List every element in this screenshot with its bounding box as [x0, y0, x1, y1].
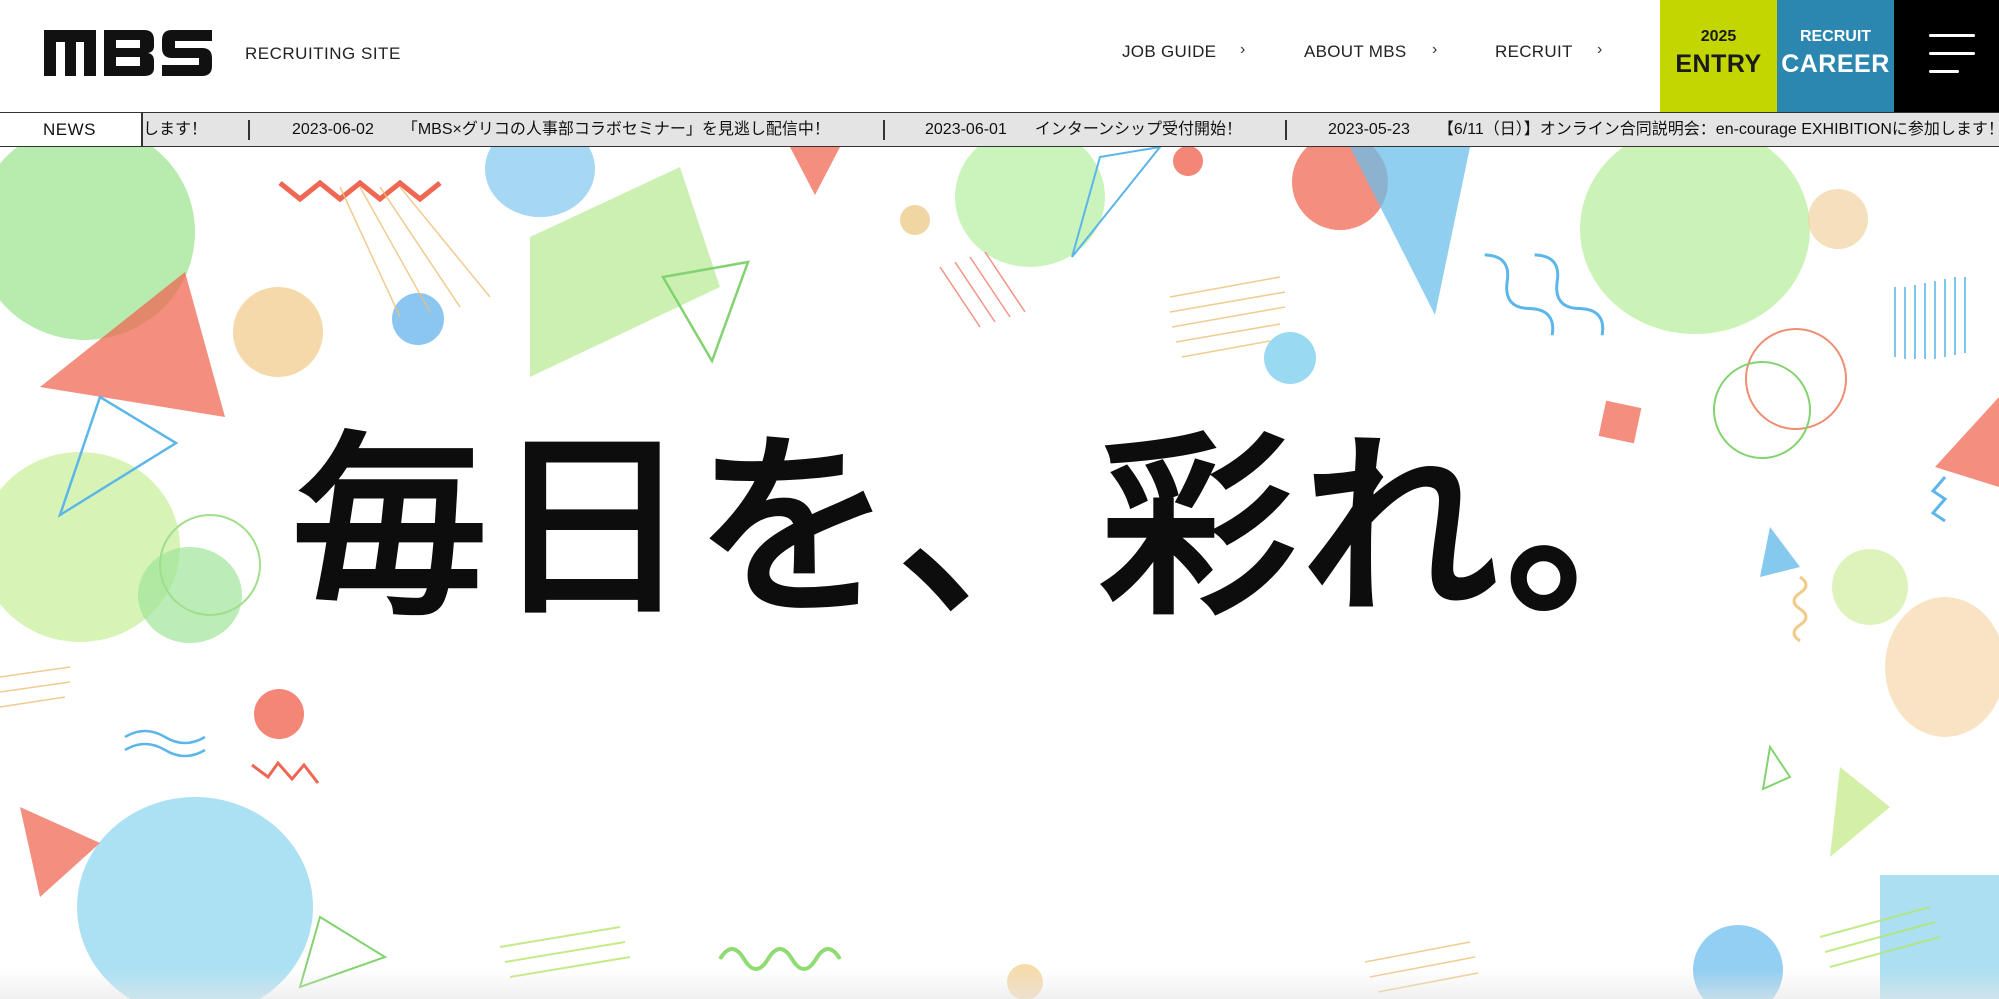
news-date: 2023-05-23 [1328, 121, 1410, 138]
hero-section: 毎日を、彩れ。 [0, 147, 1999, 999]
news-separator [1285, 120, 1287, 140]
news-title: インターンシップ受付開始！ [1034, 121, 1243, 138]
news-date: 2023-06-02 [292, 121, 374, 138]
hamburger-menu-icon-line [1929, 52, 1975, 55]
career-label: CAREER [1781, 50, 1890, 78]
news-item[interactable]: 2023-06-02 「MBS×グリコの人事部コラボセミナー」を見逃し配信中！ [292, 113, 830, 146]
hero-bottom-fade [0, 969, 1999, 999]
nav-job-guide-label: JOB GUIDE [1122, 42, 1217, 61]
chevron-right-icon: › [1240, 41, 1246, 58]
news-item[interactable]: 2023-05-23 【6/11（日）】オンライン合同説明会：en-courage… [1328, 113, 1999, 146]
news-label: NEWS [0, 113, 143, 146]
entry-year: 2025 [1700, 28, 1737, 45]
hamburger-menu-icon-line [1929, 70, 1959, 73]
career-small-label: RECRUIT [1799, 28, 1872, 45]
nav-about-mbs[interactable]: ABOUT MBS › [1304, 41, 1437, 62]
chevron-right-icon: › [1597, 41, 1603, 58]
chevron-right-icon: › [1432, 41, 1438, 58]
news-title: 「MBS×グリコの人事部コラボセミナー」を見逃し配信中！ [401, 121, 830, 138]
nav-recruit[interactable]: RECRUIT › [1495, 41, 1602, 62]
nav-job-guide[interactable]: JOB GUIDE › [1122, 41, 1245, 62]
entry-2025-button[interactable]: 2025 ENTRY [1660, 0, 1777, 112]
news-separator [883, 120, 885, 140]
news-item-partial[interactable]: します！ [143, 113, 207, 146]
news-date: 2023-06-01 [925, 121, 1007, 138]
site-header: RECRUITING SITE JOB GUIDE › ABOUT MBS › … [0, 0, 1999, 112]
hamburger-menu-button[interactable] [1894, 0, 1999, 112]
nav-about-mbs-label: ABOUT MBS [1304, 42, 1407, 61]
entry-label: ENTRY [1675, 50, 1762, 78]
news-item[interactable]: 2023-06-01 インターンシップ受付開始！ [925, 113, 1242, 146]
site-label: RECRUITING SITE [245, 44, 401, 63]
news-ticker: NEWS します！ 2023-06-02 「MBS×グリコの人事部コラボセミナー」… [0, 112, 1999, 147]
hamburger-menu-icon [1929, 34, 1975, 37]
hero-headline: 毎日を、彩れ。 [291, 413, 1708, 643]
news-title: 【6/11（日）】オンライン合同説明会：en-courage EXHIBITIO… [1437, 121, 1999, 138]
recruit-career-button[interactable]: RECRUIT CAREER [1777, 0, 1894, 112]
news-separator [248, 120, 250, 140]
mbs-logo-mark [44, 30, 212, 76]
nav-recruit-label: RECRUIT [1495, 42, 1573, 61]
